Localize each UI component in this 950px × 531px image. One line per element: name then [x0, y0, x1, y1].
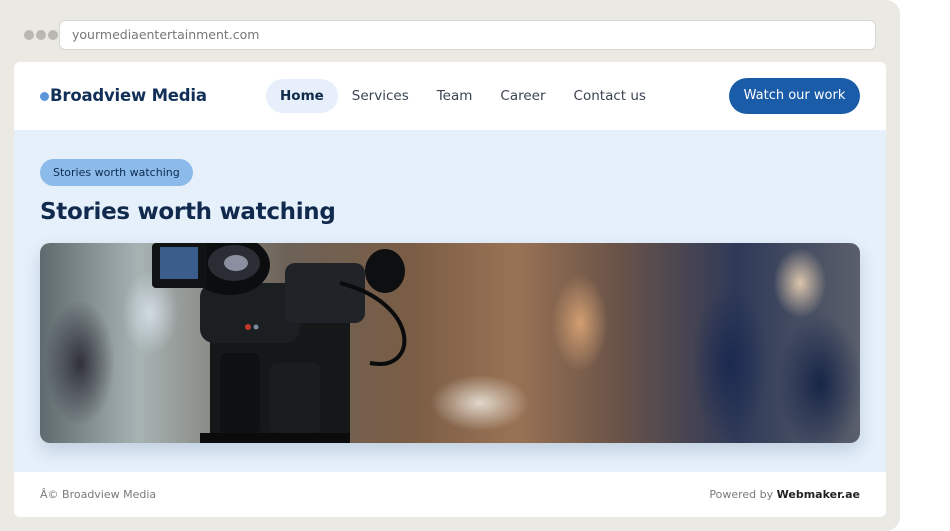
watch-our-work-button[interactable]: Watch our work — [729, 78, 860, 114]
hero-section: Stories worth watching Stories worth wat… — [14, 130, 886, 472]
main-nav: Home Services Team Career Contact us — [266, 79, 660, 113]
address-bar[interactable]: yourmediaentertainment.com — [59, 20, 876, 50]
window-dot-icon[interactable] — [36, 30, 46, 40]
site-footer: Â© Broadview Media Powered by Webmaker.a… — [14, 472, 886, 517]
site-header: Broadview Media Home Services Team Caree… — [14, 62, 886, 130]
copyright-text: Â© Broadview Media — [40, 488, 157, 501]
hero-image — [40, 243, 860, 443]
brand-logo[interactable]: Broadview Media — [40, 86, 207, 105]
brand-dot-icon — [40, 92, 49, 101]
window-controls — [24, 30, 58, 40]
hero-tag-badge: Stories worth watching — [40, 159, 193, 186]
powered-prefix: Powered by — [709, 488, 774, 501]
nav-item-home[interactable]: Home — [266, 79, 338, 113]
powered-by: Powered by Webmaker.ae — [709, 488, 860, 501]
nav-item-services[interactable]: Services — [338, 79, 423, 113]
window-dot-icon[interactable] — [24, 30, 34, 40]
window-dot-icon[interactable] — [48, 30, 58, 40]
webmaker-link[interactable]: Webmaker.ae — [777, 488, 860, 501]
browser-window: yourmediaentertainment.com Broadview Med… — [0, 0, 900, 531]
nav-item-career[interactable]: Career — [486, 79, 559, 113]
nav-item-contact-us[interactable]: Contact us — [560, 79, 660, 113]
brand-name: Broadview Media — [50, 86, 207, 105]
web-page: Broadview Media Home Services Team Caree… — [14, 62, 886, 517]
nav-item-team[interactable]: Team — [423, 79, 487, 113]
video-camera-icon — [152, 243, 407, 443]
hero-title: Stories worth watching — [40, 199, 336, 225]
